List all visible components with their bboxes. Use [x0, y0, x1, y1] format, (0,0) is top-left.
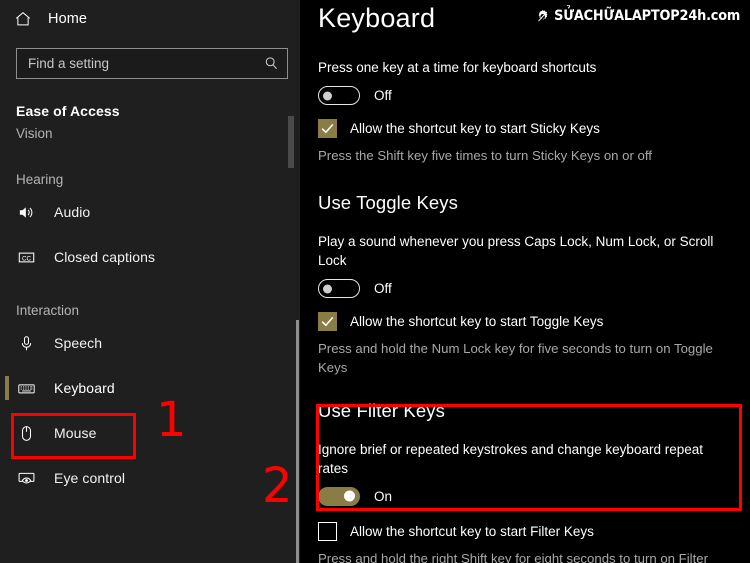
- sidebar-home-label: Home: [48, 11, 88, 27]
- filter-keys-checkbox-row[interactable]: Allow the shortcut key to start Filter K…: [318, 521, 734, 541]
- keyboard-icon: [16, 378, 36, 398]
- toggle-keys-heading: Use Toggle Keys: [318, 191, 458, 213]
- sticky-keys-checkbox-label: Allow the shortcut key to start Sticky K…: [350, 121, 600, 137]
- sidebar-group-hearing: Hearing: [16, 172, 64, 187]
- sticky-keys-checkbox[interactable]: [318, 119, 337, 139]
- toggle-keys-toggle[interactable]: [318, 279, 360, 299]
- sidebar-item-mouse[interactable]: Mouse: [0, 413, 300, 453]
- toggle-keys-toggle-row[interactable]: Off: [318, 279, 734, 299]
- sticky-keys-section: Press one key at a time for keyboard sho…: [318, 58, 734, 166]
- sidebar-item-audio[interactable]: Audio: [0, 192, 300, 232]
- check-icon: [321, 124, 334, 134]
- filter-keys-description: Ignore brief or repeated keystrokes and …: [318, 441, 703, 476]
- gear-icon: [536, 9, 550, 24]
- toggle-keys-checkbox-label: Allow the shortcut key to start Toggle K…: [350, 314, 604, 330]
- eye-control-icon: [16, 468, 36, 488]
- svg-text:CC: CC: [21, 255, 31, 262]
- toggle-knob: [323, 91, 332, 101]
- microphone-icon: [16, 333, 36, 353]
- sidebar-group-interaction: Interaction: [16, 303, 80, 318]
- sidebar-scrollbar[interactable]: [296, 320, 299, 563]
- sticky-keys-toggle-row[interactable]: Off: [318, 86, 734, 106]
- sticky-keys-checkbox-row[interactable]: Allow the shortcut key to start Sticky K…: [318, 119, 734, 139]
- sidebar-item-closed-captions[interactable]: CC Closed captions: [0, 237, 300, 277]
- sidebar-item-eye-control[interactable]: Eye control: [0, 458, 300, 498]
- sidebar-item-keyboard[interactable]: Keyboard: [0, 368, 300, 408]
- sticky-keys-toggle[interactable]: [318, 86, 360, 106]
- selection-accent-bar: [5, 376, 9, 400]
- sidebar: Home Ease of Access Vision Hearing: [0, 0, 300, 563]
- speaker-icon: [16, 202, 36, 222]
- sidebar-home[interactable]: Home: [0, 2, 300, 36]
- toggle-keys-hint: Press and hold the Num Lock key for five…: [318, 341, 713, 375]
- watermark-text: SỬACHỮALAPTOP24h.com: [554, 8, 740, 24]
- sticky-keys-hint: Press the Shift key five times to turn S…: [318, 148, 652, 164]
- sticky-keys-description: Press one key at a time for keyboard sho…: [318, 60, 597, 75]
- filter-keys-toggle-state: On: [374, 488, 393, 504]
- toggle-keys-toggle-state: Off: [374, 281, 392, 297]
- sidebar-scroll-thumb[interactable]: [288, 116, 294, 168]
- filter-keys-toggle[interactable]: [318, 486, 360, 506]
- watermark: SỬACHỮALAPTOP24h.com: [536, 8, 740, 24]
- toggle-keys-checkbox[interactable]: [318, 312, 337, 332]
- sidebar-item-audio-label: Audio: [54, 204, 91, 220]
- sidebar-item-eye-control-label: Eye control: [54, 470, 126, 486]
- filter-keys-heading: Use Filter Keys: [318, 399, 445, 421]
- search-icon[interactable]: [264, 56, 279, 71]
- toggle-keys-section: Use Toggle Keys Play a sound whenever yo…: [318, 192, 734, 378]
- toggle-keys-description: Play a sound whenever you press Caps Loc…: [318, 233, 714, 269]
- main-content: SỬACHỮALAPTOP24h.com Keyboard Press one …: [300, 0, 750, 563]
- filter-keys-hint: Press and hold the right Shift key for e…: [318, 550, 708, 563]
- filter-keys-checkbox-label: Allow the shortcut key to start Filter K…: [350, 523, 594, 539]
- sidebar-item-mouse-label: Mouse: [54, 425, 97, 441]
- mouse-icon: [16, 423, 36, 443]
- sidebar-item-speech-label: Speech: [54, 335, 103, 351]
- toggle-knob: [323, 284, 332, 294]
- closed-captions-icon: CC: [16, 247, 36, 267]
- toggle-keys-checkbox-row[interactable]: Allow the shortcut key to start Toggle K…: [318, 312, 734, 332]
- sidebar-item-keyboard-label: Keyboard: [54, 380, 115, 396]
- sidebar-item-closed-captions-label: Closed captions: [54, 249, 156, 265]
- home-icon: [14, 10, 32, 28]
- sidebar-item-speech[interactable]: Speech: [0, 323, 300, 363]
- check-icon: [321, 317, 334, 327]
- settings-window: Home Ease of Access Vision Hearing: [0, 0, 750, 563]
- search-box[interactable]: [16, 48, 288, 79]
- filter-keys-toggle-row[interactable]: On: [318, 486, 734, 506]
- toggle-knob: [344, 490, 355, 502]
- filter-keys-section: Use Filter Keys Ignore brief or repeated…: [318, 400, 734, 563]
- sticky-keys-toggle-state: Off: [374, 88, 392, 104]
- filter-keys-checkbox[interactable]: [318, 521, 337, 541]
- search-input[interactable]: [28, 56, 264, 71]
- sidebar-section-title: Ease of Access: [16, 103, 120, 119]
- sidebar-group-vision: Vision: [16, 127, 53, 140]
